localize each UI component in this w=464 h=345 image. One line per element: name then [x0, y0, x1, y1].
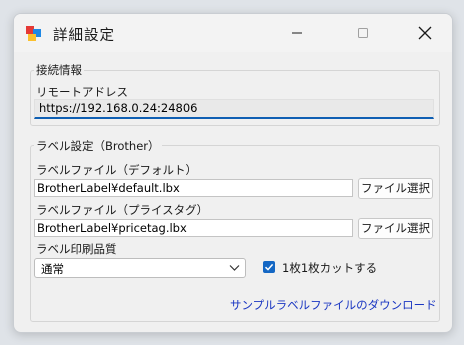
window-title: 詳細設定	[53, 28, 115, 44]
print-quality-value: 通常	[41, 262, 64, 276]
default-file-input[interactable]: BrotherLabel¥default.lbx	[34, 179, 353, 197]
app-icon	[26, 26, 41, 41]
chevron-down-icon	[229, 265, 240, 271]
checkmark-icon	[264, 263, 274, 271]
label-settings-group-title: ラベル設定（Brother）	[34, 138, 162, 154]
remote-address-label: リモートアドレス	[36, 85, 128, 99]
connection-group-title: 接続情報	[34, 62, 84, 78]
minimize-button[interactable]	[274, 14, 320, 52]
cut-each-checkbox-label[interactable]: 1枚1枚カットする	[282, 260, 377, 276]
default-file-select-button[interactable]: ファイル選択	[358, 178, 433, 199]
remote-address-input[interactable]: https://192.168.0.24:24806	[34, 99, 434, 119]
print-quality-select[interactable]: 通常	[34, 258, 246, 278]
pricetag-file-label: ラベルファイル（プライスタグ）	[36, 203, 209, 217]
close-button[interactable]	[402, 14, 448, 52]
default-file-label: ラベルファイル（デフォルト）	[36, 163, 197, 177]
sample-download-link[interactable]: サンプルラベルファイルのダウンロード	[230, 297, 437, 313]
close-icon	[418, 26, 432, 40]
maximize-button[interactable]	[340, 14, 386, 52]
settings-window: 詳細設定 接続情報 リモートアドレス https://192.168.0.24:…	[13, 13, 453, 333]
title-bar[interactable]: 詳細設定	[14, 14, 452, 52]
pricetag-file-select-button[interactable]: ファイル選択	[358, 218, 433, 239]
minimize-icon	[292, 32, 302, 34]
maximize-icon	[358, 28, 368, 38]
cut-each-checkbox[interactable]	[263, 261, 275, 273]
print-quality-label: ラベル印刷品質	[36, 242, 117, 256]
pricetag-file-input[interactable]: BrotherLabel¥pricetag.lbx	[34, 219, 353, 237]
